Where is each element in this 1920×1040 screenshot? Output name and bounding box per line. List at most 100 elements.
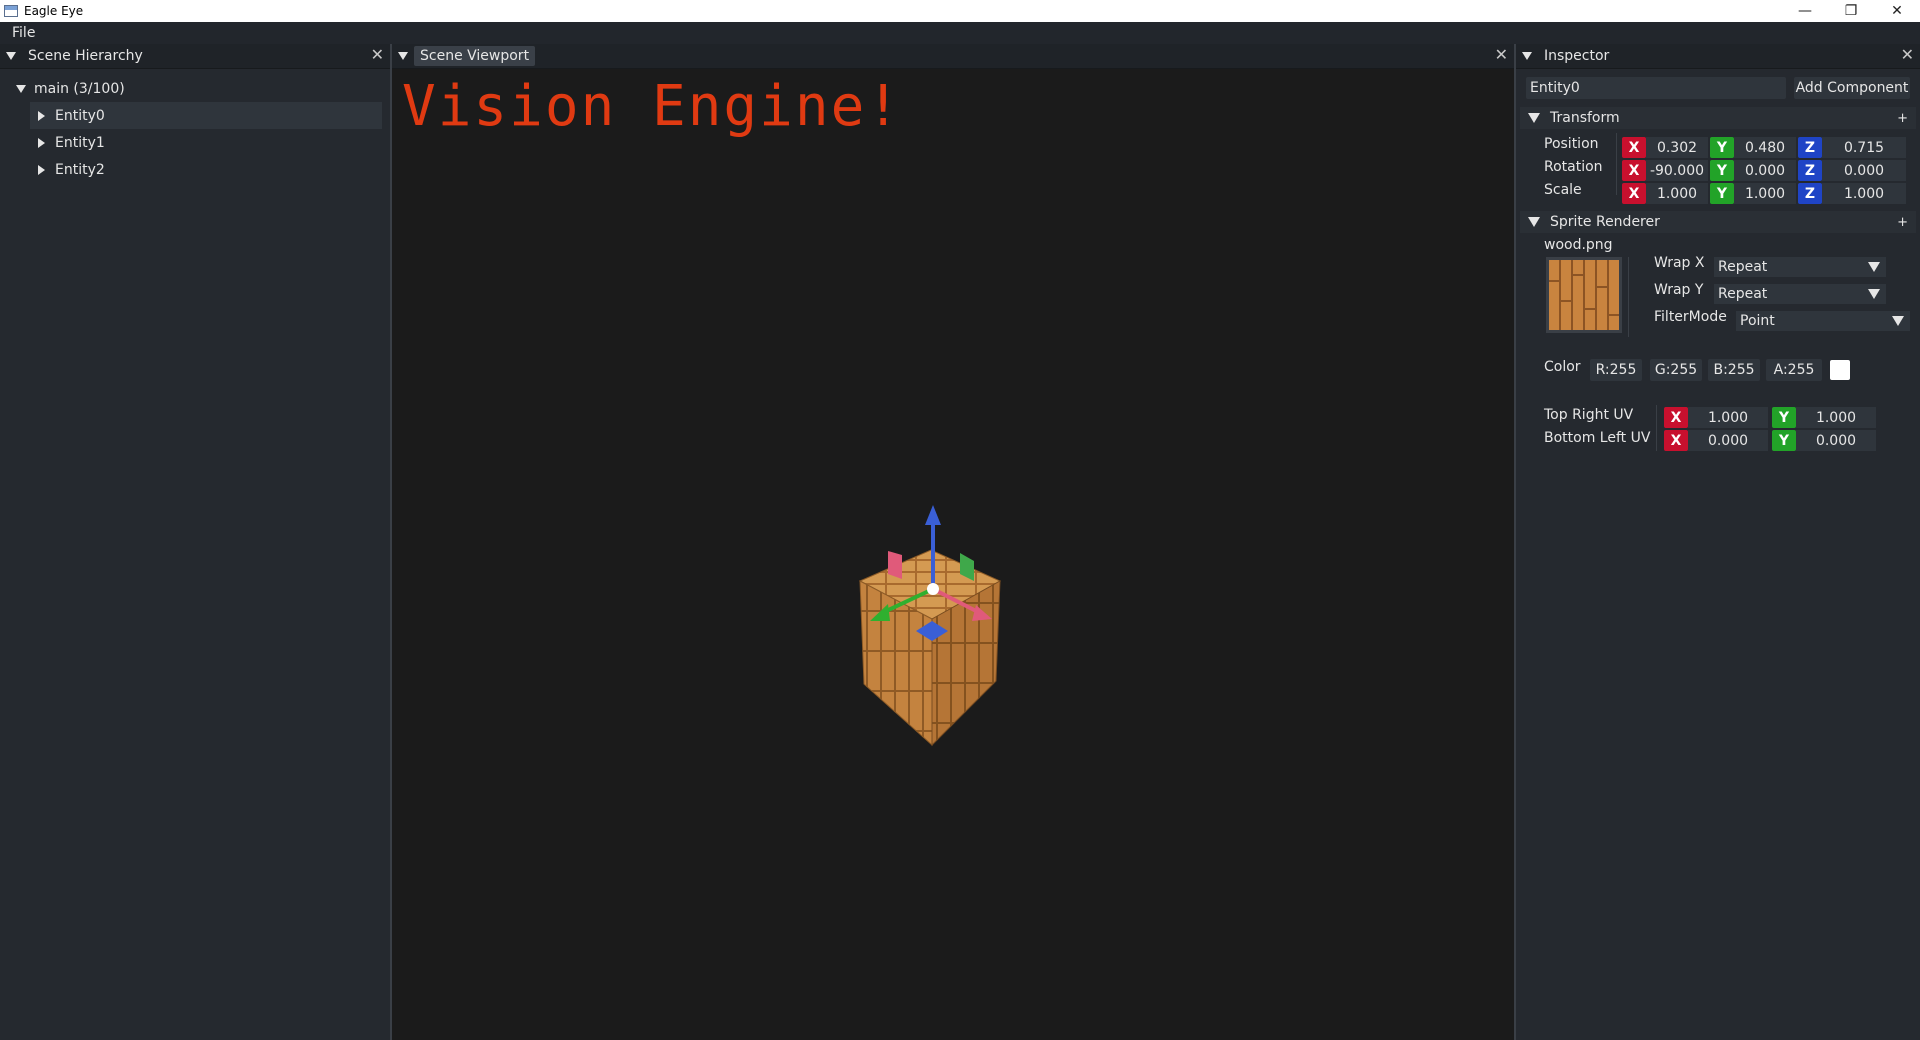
close-icon[interactable]: ✕: [1495, 47, 1508, 63]
collapse-triangle-icon[interactable]: [1528, 113, 1540, 123]
position-z-field[interactable]: 0.715: [1822, 137, 1906, 158]
close-icon[interactable]: ✕: [1901, 47, 1914, 63]
filter-mode-dropdown[interactable]: Point: [1736, 311, 1910, 331]
bottom-left-uv-label: Bottom Left UV: [1544, 430, 1651, 446]
divider: [1616, 133, 1617, 195]
color-b-field[interactable]: B:255: [1708, 359, 1760, 381]
dropdown-value: Repeat: [1718, 286, 1768, 302]
position-label: Position: [1544, 136, 1599, 152]
inspector-header: Inspector ✕: [1516, 44, 1920, 69]
tab-scene-viewport[interactable]: Scene Viewport: [414, 46, 536, 66]
sprite-renderer-section-header[interactable]: Sprite Renderer +: [1520, 211, 1916, 233]
axis-y-button[interactable]: Y: [1710, 183, 1734, 204]
scale-y-field[interactable]: 1.000: [1734, 183, 1796, 204]
wrap-y-dropdown[interactable]: Repeat: [1714, 284, 1886, 304]
tree-item-label: Entity1: [55, 134, 105, 151]
wrap-y-label: Wrap Y: [1654, 282, 1704, 298]
close-window-button[interactable]: ✕: [1874, 0, 1920, 22]
axis-z-button[interactable]: Z: [1798, 160, 1822, 181]
hierarchy-tree: main (3/100) Entity0 Entity1 Entity2: [0, 69, 390, 183]
divider: [1628, 257, 1629, 337]
tab-inspector[interactable]: Inspector: [1538, 46, 1615, 66]
axis-x-button[interactable]: X: [1664, 430, 1688, 451]
top-right-uv-y-field[interactable]: 1.000: [1796, 407, 1876, 428]
title-bar: Eagle Eye — ❐ ✕: [0, 0, 1920, 22]
collapse-arrow-icon[interactable]: [38, 137, 45, 148]
scene-viewport-panel: Scene Viewport ✕ Vision Engine!: [392, 44, 1514, 1040]
axis-z-button[interactable]: Z: [1798, 183, 1822, 204]
collapse-triangle-icon[interactable]: [1522, 52, 1532, 60]
filter-mode-label: FilterMode: [1654, 309, 1727, 325]
inspector-body: Entity0 Add Component Transform + Positi…: [1516, 69, 1920, 1039]
rotation-y-field[interactable]: 0.000: [1734, 160, 1796, 181]
tree-item-label: Entity0: [55, 107, 105, 124]
close-icon[interactable]: ✕: [371, 47, 384, 63]
axis-y-button[interactable]: Y: [1772, 430, 1796, 451]
texture-preview[interactable]: [1546, 257, 1622, 333]
axis-y-button[interactable]: Y: [1772, 407, 1796, 428]
wrap-x-label: Wrap X: [1654, 255, 1705, 271]
wood-cube[interactable]: [858, 549, 1002, 747]
window-title: Eagle Eye: [24, 4, 84, 18]
collapse-triangle-icon[interactable]: [398, 52, 408, 60]
collapse-triangle-icon[interactable]: [1528, 217, 1540, 227]
hierarchy-header: Scene Hierarchy ✕: [0, 44, 390, 69]
position-y-field[interactable]: 0.480: [1734, 137, 1796, 158]
restore-button[interactable]: ❐: [1828, 0, 1874, 22]
viewport-canvas[interactable]: Vision Engine!: [392, 69, 1514, 1040]
chevron-down-icon: [1868, 289, 1880, 299]
top-right-uv-x-field[interactable]: 1.000: [1688, 407, 1768, 428]
tree-item-label: Entity2: [55, 161, 105, 178]
axis-x-button[interactable]: X: [1622, 137, 1646, 158]
collapse-arrow-icon[interactable]: [38, 164, 45, 175]
section-title: Transform: [1550, 110, 1620, 126]
minimize-button[interactable]: —: [1782, 0, 1828, 22]
texture-name-label: wood.png: [1544, 237, 1613, 253]
axis-z-button[interactable]: Z: [1798, 137, 1822, 158]
transform-section-header[interactable]: Transform +: [1520, 107, 1916, 129]
rotation-x-field[interactable]: -90.000: [1646, 160, 1708, 181]
bottom-left-uv-x-field[interactable]: 0.000: [1688, 430, 1768, 451]
plus-icon[interactable]: +: [1897, 215, 1908, 230]
axis-x-button[interactable]: X: [1622, 183, 1646, 204]
dropdown-value: Point: [1740, 313, 1775, 329]
collapse-triangle-icon[interactable]: [6, 52, 16, 60]
app-icon: [4, 5, 18, 17]
menu-bar: File: [0, 22, 1920, 44]
color-a-field[interactable]: A:255: [1766, 359, 1822, 381]
menu-file[interactable]: File: [0, 25, 47, 41]
axis-y-button[interactable]: Y: [1710, 137, 1734, 158]
collapse-arrow-icon[interactable]: [38, 110, 45, 121]
scale-z-field[interactable]: 1.000: [1822, 183, 1906, 204]
scale-x-field[interactable]: 1.000: [1646, 183, 1708, 204]
tab-scene-hierarchy[interactable]: Scene Hierarchy: [22, 46, 149, 66]
tree-item-entity2[interactable]: Entity2: [30, 156, 382, 183]
chevron-down-icon: [1892, 316, 1904, 326]
entity-name-input[interactable]: Entity0: [1526, 77, 1786, 99]
tree-item-entity1[interactable]: Entity1: [30, 129, 382, 156]
tree-item-main[interactable]: main (3/100): [0, 75, 390, 102]
plus-icon[interactable]: +: [1897, 111, 1908, 126]
wrap-x-dropdown[interactable]: Repeat: [1714, 257, 1886, 277]
inspector-panel: Inspector ✕ Entity0 Add Component Transf…: [1516, 44, 1920, 1040]
position-x-field[interactable]: 0.302: [1646, 137, 1708, 158]
expand-arrow-icon[interactable]: [16, 84, 26, 93]
color-label: Color: [1544, 359, 1581, 375]
color-r-field[interactable]: R:255: [1590, 359, 1642, 381]
rotation-z-field[interactable]: 0.000: [1822, 160, 1906, 181]
section-title: Sprite Renderer: [1550, 214, 1660, 230]
scene-hierarchy-panel: Scene Hierarchy ✕ main (3/100) Entity0 E…: [0, 44, 390, 1040]
add-component-button[interactable]: Add Component: [1794, 77, 1910, 99]
axis-y-button[interactable]: Y: [1710, 160, 1734, 181]
tree-item-entity0[interactable]: Entity0: [30, 102, 382, 129]
scale-label: Scale: [1544, 182, 1582, 198]
axis-x-button[interactable]: X: [1664, 407, 1688, 428]
viewport-header: Scene Viewport ✕: [392, 44, 1514, 69]
rotation-label: Rotation: [1544, 159, 1603, 175]
color-swatch[interactable]: [1830, 360, 1850, 380]
scene-render: [858, 505, 1002, 747]
bottom-left-uv-y-field[interactable]: 0.000: [1796, 430, 1876, 451]
color-g-field[interactable]: G:255: [1650, 359, 1702, 381]
dropdown-value: Repeat: [1718, 259, 1768, 275]
axis-x-button[interactable]: X: [1622, 160, 1646, 181]
